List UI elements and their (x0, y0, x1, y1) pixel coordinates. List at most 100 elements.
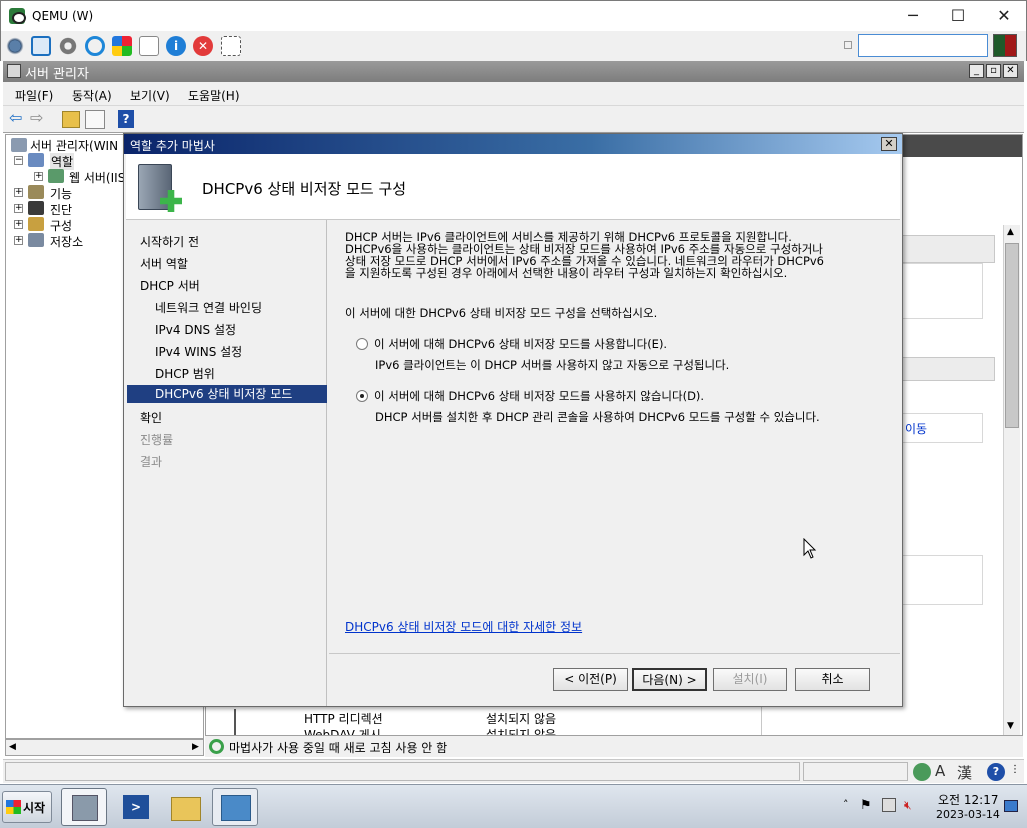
server-manager-title: 서버 관리자 (25, 67, 89, 82)
hanja-icon[interactable]: 漢 (957, 762, 972, 783)
step-dhcp-scope[interactable]: DHCP 범위 (155, 365, 215, 382)
expand-features-icon[interactable]: + (14, 188, 23, 197)
taskbar-powershell[interactable]: > (112, 788, 158, 826)
tree-configuration[interactable]: 구성 (50, 217, 72, 234)
storage-icon (28, 233, 44, 247)
wizard-close-button[interactable]: ✕ (881, 137, 897, 151)
tree-root[interactable]: 서버 관리자(WIN (30, 137, 118, 154)
tree-features[interactable]: 기능 (50, 185, 72, 202)
expand-storage-icon[interactable]: + (14, 236, 23, 245)
step-ipv4-wins[interactable]: IPv4 WINS 설정 (155, 343, 242, 360)
step-server-roles[interactable]: 서버 역할 (140, 255, 188, 272)
disable-stateless-detail: DHCP 서버를 설치한 후 DHCP 관리 콘솔을 사용하여 DHCPv6 모… (375, 410, 820, 424)
details-vertical-scrollbar[interactable]: ▲ ▼ (1003, 225, 1020, 735)
menu-help[interactable]: 도움말(H) (188, 87, 240, 104)
cancel-button[interactable]: 취소 (795, 668, 870, 691)
disable-stateless-label[interactable]: 이 서버에 대해 DHCPv6 상태 비저장 모드를 사용하지 않습니다(D). (374, 388, 704, 404)
refresh-disabled-icon (209, 739, 224, 754)
up-folder-icon[interactable] (62, 111, 80, 128)
language-bar-icon[interactable] (913, 763, 931, 781)
ime-options-icon[interactable]: ⋮ (1010, 764, 1020, 775)
menu-file[interactable]: 파일(F) (15, 87, 53, 104)
menu-action[interactable]: 동작(A) (72, 87, 112, 104)
taskbar-wizard[interactable] (212, 788, 258, 826)
details-status-bar: 마법사가 사용 중일 때 새로 고침 사용 안 함 (205, 735, 1023, 757)
more-info-link[interactable]: DHCPv6 상태 비저장 모드에 대한 자세한 정보 (345, 618, 582, 635)
step-confirmation[interactable]: 확인 (140, 409, 162, 426)
fullscreen-icon[interactable] (31, 36, 51, 56)
wizard-titlebar: 역할 추가 마법사 ✕ (124, 134, 902, 154)
minimize-button[interactable]: ─ (890, 1, 936, 32)
show-desktop-icon[interactable] (1004, 800, 1018, 812)
disconnect-icon[interactable] (221, 36, 241, 56)
search-input[interactable] (858, 34, 988, 57)
ime-help-icon[interactable]: ? (987, 763, 1005, 781)
taskbar-server-manager[interactable] (61, 788, 107, 826)
scroll-left-icon[interactable]: ◀ (9, 742, 16, 752)
step-dhcp-server[interactable]: DHCP 서버 (140, 277, 200, 294)
install-button: 설치(I) (713, 668, 787, 691)
expand-configuration-icon[interactable]: + (14, 220, 23, 229)
scroll-right-icon[interactable]: ▶ (192, 742, 199, 752)
wizard-step-list: 시작하기 전 서버 역할 DHCP 서버 네트워크 연결 바인딩 IPv4 DN… (126, 220, 327, 706)
step-results: 결과 (140, 455, 163, 469)
scroll-up-icon[interactable]: ▲ (1007, 227, 1014, 237)
tree-diagnostics[interactable]: 진단 (50, 201, 72, 218)
start-button[interactable]: 시작 (2, 791, 52, 823)
mdi-restore-button[interactable]: ▫ (986, 64, 1001, 78)
clock-time[interactable]: 오전 12:17 (938, 791, 998, 808)
tree-storage[interactable]: 저장소 (50, 233, 83, 250)
server-manager-icon (7, 64, 21, 78)
power-off-icon[interactable]: ✕ (193, 36, 213, 56)
gear-icon[interactable] (58, 36, 78, 56)
expand-diagnostics-icon[interactable]: + (14, 204, 23, 213)
back-button[interactable]: < 이전(P) (553, 668, 628, 691)
color-swatch-icon[interactable] (993, 34, 1017, 57)
back-arrow-icon[interactable]: ⇦ (9, 110, 26, 127)
powershell-icon: > (123, 795, 149, 819)
expand-web-server-icon[interactable]: + (34, 172, 43, 181)
info-icon[interactable]: i (166, 36, 186, 56)
tree-web-server[interactable]: 웹 서버(IIS (69, 169, 125, 186)
wizard-window-icon (221, 795, 251, 821)
tree-horizontal-scrollbar[interactable]: ◀ ▶ (5, 739, 204, 756)
action-center-flag-icon[interactable]: ⚑ (860, 798, 872, 813)
taskbar: 시작 > ˄ ⚑ 🔇︎ 오전 12:17 2023-03-14 (0, 784, 1027, 828)
next-button[interactable]: 다음(N) > (632, 668, 707, 691)
system-tray: ˄ ⚑ 🔇︎ 오전 12:17 2023-03-14 (838, 788, 1026, 826)
add-roles-wizard: 역할 추가 마법사 ✕ DHCPv6 상태 비저장 모드 구성 시작하기 전 서… (123, 133, 903, 707)
enable-stateless-label[interactable]: 이 서버에 대해 DHCPv6 상태 비저장 모드를 사용합니다(E). (374, 336, 667, 352)
status-panel (803, 762, 908, 781)
mouse-cursor-icon (803, 538, 817, 559)
step-ipv4-dns[interactable]: IPv4 DNS 설정 (155, 321, 236, 338)
tree-roles[interactable]: 역할 (50, 153, 75, 170)
side-link[interactable]: 이동 (905, 420, 927, 437)
mdi-close-button[interactable]: ✕ (1003, 64, 1018, 78)
show-hide-tree-icon[interactable] (85, 110, 105, 129)
scroll-down-icon[interactable]: ▼ (1007, 721, 1014, 731)
clock-date[interactable]: 2023-03-14 (936, 808, 1000, 821)
menu-view[interactable]: 보기(V) (130, 87, 170, 104)
refresh-icon[interactable] (85, 36, 105, 56)
scroll-thumb[interactable] (1005, 243, 1019, 428)
input-mode-icon[interactable]: A (935, 762, 945, 780)
step-before-you-begin[interactable]: 시작하기 전 (140, 233, 199, 250)
show-hidden-icons-icon[interactable]: ˄ (843, 798, 849, 811)
vm-settings-icon[interactable] (5, 36, 25, 56)
maximize-button[interactable]: ☐ (935, 1, 981, 32)
document-icon[interactable] (139, 36, 159, 56)
step-network-binding[interactable]: 네트워크 연결 바인딩 (155, 299, 262, 316)
taskbar-explorer[interactable] (162, 788, 208, 826)
configuration-icon (28, 217, 44, 231)
collapse-roles-icon[interactable]: − (14, 156, 23, 165)
volume-muted-icon[interactable]: 🔇︎ (904, 798, 912, 813)
enable-stateless-radio[interactable] (356, 338, 368, 350)
disable-stateless-radio[interactable] (356, 390, 368, 402)
network-icon[interactable] (882, 798, 896, 812)
close-button[interactable]: ✕ (981, 1, 1027, 32)
step-dhcpv6-stateless[interactable]: DHCPv6 상태 비저장 모드 (127, 385, 327, 403)
help-icon[interactable]: ? (118, 110, 134, 128)
mdi-minimize-button[interactable]: _ (969, 64, 984, 78)
windows-logo-icon[interactable] (112, 36, 132, 56)
forward-arrow-icon[interactable]: ⇨ (30, 110, 47, 127)
